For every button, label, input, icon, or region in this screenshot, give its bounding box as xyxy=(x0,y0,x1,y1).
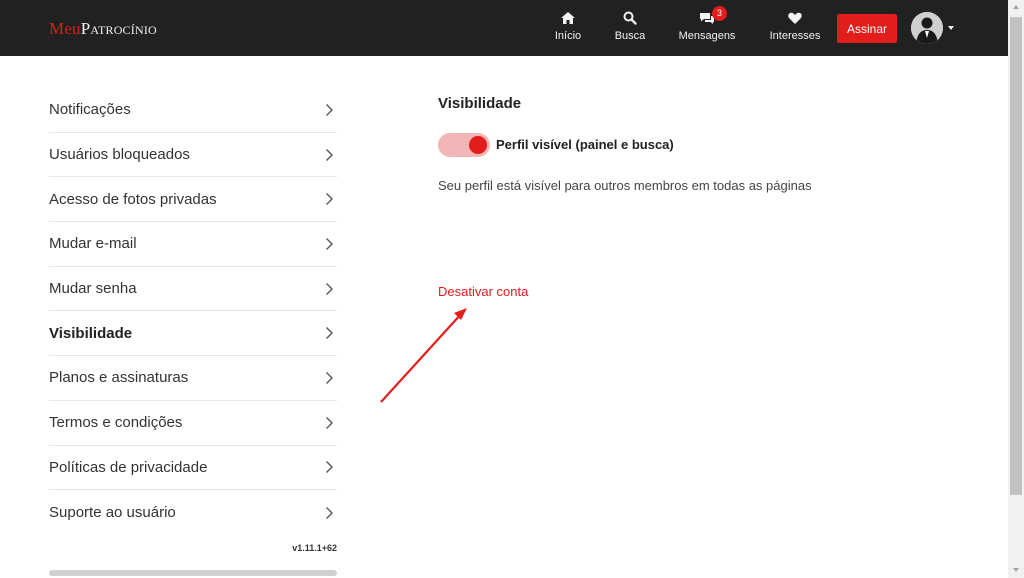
menu-item-label: Mudar e-mail xyxy=(49,235,137,253)
menu-item-visibilidade[interactable]: Visibilidade xyxy=(49,311,337,357)
menu-item-label: Visibilidade xyxy=(49,324,133,342)
annotation-arrow-icon xyxy=(380,308,467,403)
nav-mensagens-label: Mensagens xyxy=(678,30,736,42)
page-title: Visibilidade xyxy=(438,95,522,112)
menu-item-label: Políticas de privacidade xyxy=(49,458,208,476)
search-icon xyxy=(623,11,637,25)
heart-icon xyxy=(788,12,802,24)
logo-part-meu: Meu xyxy=(49,19,81,38)
chevron-right-icon xyxy=(326,103,333,116)
nav-inicio[interactable]: Início xyxy=(548,10,588,48)
subscribe-button[interactable]: Assinar xyxy=(837,14,897,43)
nav-interesses[interactable]: Interesses xyxy=(764,10,826,48)
top-navbar: MeuPatrocínio Início Busca 3 Mensagens I… xyxy=(0,0,1008,56)
menu-item-label: Usuários bloqueados xyxy=(49,146,190,164)
messages-count-badge: 3 xyxy=(712,6,727,21)
logo[interactable]: MeuPatrocínio xyxy=(49,19,157,39)
menu-item-notificacoes[interactable]: Notificações xyxy=(49,88,337,133)
chevron-right-icon xyxy=(326,416,333,429)
toggle-label: Perfil visível (painel e busca) xyxy=(496,137,674,152)
menu-item-acesso-fotos-privadas[interactable]: Acesso de fotos privadas xyxy=(49,177,337,223)
menu-item-suporte-usuario[interactable]: Suporte ao usuário xyxy=(49,490,337,535)
nav-busca[interactable]: Busca xyxy=(610,10,650,48)
menu-item-label: Acesso de fotos privadas xyxy=(49,190,217,208)
chevron-right-icon xyxy=(326,148,333,161)
chevron-right-icon xyxy=(326,461,333,474)
chevron-right-icon xyxy=(326,327,333,340)
deactivate-account-link[interactable]: Desativar conta xyxy=(438,284,528,299)
menu-item-mudar-senha[interactable]: Mudar senha xyxy=(49,267,337,312)
menu-item-usuarios-bloqueados[interactable]: Usuários bloqueados xyxy=(49,133,337,178)
menu-item-label: Termos e condições xyxy=(49,414,183,432)
logo-part-patrocinio: Patrocínio xyxy=(80,19,157,38)
caret-down-icon[interactable] xyxy=(948,26,954,30)
menu-item-label: Suporte ao usuário xyxy=(49,504,176,522)
menu-item-label: Notificações xyxy=(49,101,131,119)
chevron-right-icon xyxy=(326,282,333,295)
nav-inicio-label: Início xyxy=(554,30,582,42)
toggle-knob xyxy=(469,136,487,154)
scroll-up-arrow-icon[interactable] xyxy=(1013,5,1019,9)
menu-item-politicas-privacidade[interactable]: Políticas de privacidade xyxy=(49,446,337,491)
chevron-right-icon xyxy=(326,237,333,250)
settings-menu: Notificações Usuários bloqueados Acesso … xyxy=(49,88,337,535)
nav-busca-label: Busca xyxy=(614,30,646,42)
bottom-divider xyxy=(49,570,337,576)
home-icon xyxy=(561,12,575,24)
chevron-right-icon xyxy=(326,371,333,384)
menu-item-termos-condicoes[interactable]: Termos e condições xyxy=(49,401,337,446)
scrollbar-thumb[interactable] xyxy=(1010,17,1022,495)
nav-interesses-label: Interesses xyxy=(769,30,821,42)
visibility-description: Seu perfil está visível para outros memb… xyxy=(438,178,812,193)
profile-visibility-toggle[interactable] xyxy=(438,133,490,157)
user-avatar-image xyxy=(911,12,943,44)
chevron-right-icon xyxy=(326,193,333,206)
menu-item-mudar-email[interactable]: Mudar e-mail xyxy=(49,222,337,267)
page-scrollbar[interactable] xyxy=(1008,0,1024,578)
nav-mensagens[interactable]: 3 Mensagens xyxy=(672,6,742,48)
app-version: v1.11.1+62 xyxy=(292,543,337,553)
chevron-right-icon xyxy=(326,506,333,519)
menu-item-label: Planos e assinaturas xyxy=(49,369,189,387)
menu-item-planos-assinaturas[interactable]: Planos e assinaturas xyxy=(49,356,337,401)
scroll-down-arrow-icon[interactable] xyxy=(1013,568,1019,572)
menu-item-label: Mudar senha xyxy=(49,280,137,298)
avatar[interactable] xyxy=(911,12,943,44)
